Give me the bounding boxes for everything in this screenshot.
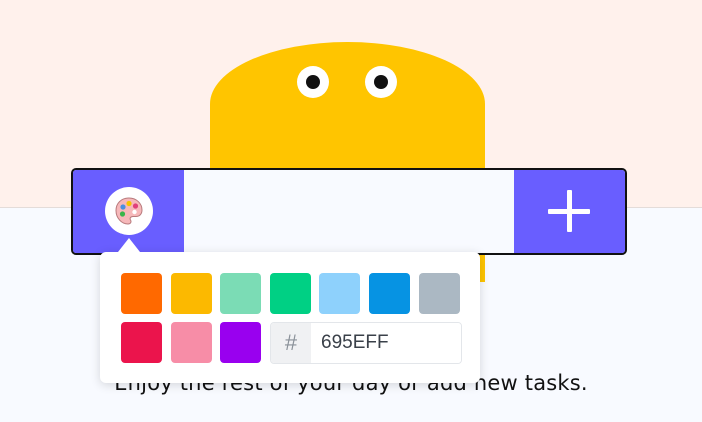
add-task-button[interactable] bbox=[514, 170, 625, 253]
color-picker-caret bbox=[118, 238, 140, 252]
mascot-left-pupil bbox=[306, 75, 320, 89]
color-swatch[interactable] bbox=[121, 273, 162, 314]
task-entry-bar bbox=[71, 168, 627, 255]
color-swatch[interactable] bbox=[170, 322, 212, 363]
color-swatch[interactable] bbox=[418, 273, 460, 314]
palette-icon-graphic bbox=[115, 197, 143, 225]
mascot-right-eye bbox=[365, 66, 397, 98]
color-swatch[interactable] bbox=[269, 273, 311, 314]
color-swatch[interactable] bbox=[170, 273, 212, 314]
plus-icon-vertical bbox=[567, 190, 572, 232]
color-swatch[interactable] bbox=[220, 322, 262, 363]
hex-prefix: # bbox=[271, 323, 311, 363]
mascot-left-eye bbox=[297, 66, 329, 98]
palette-icon bbox=[105, 187, 153, 235]
color-swatch[interactable] bbox=[121, 322, 162, 363]
new-task-input[interactable] bbox=[184, 170, 514, 253]
color-picker-popover: # bbox=[100, 252, 480, 383]
hex-color-input[interactable] bbox=[311, 323, 461, 363]
hex-color-field: # bbox=[270, 322, 462, 364]
color-swatch[interactable] bbox=[369, 273, 410, 314]
color-swatch[interactable] bbox=[220, 273, 262, 314]
color-swatch[interactable] bbox=[319, 273, 361, 314]
mascot-right-pupil bbox=[374, 75, 388, 89]
